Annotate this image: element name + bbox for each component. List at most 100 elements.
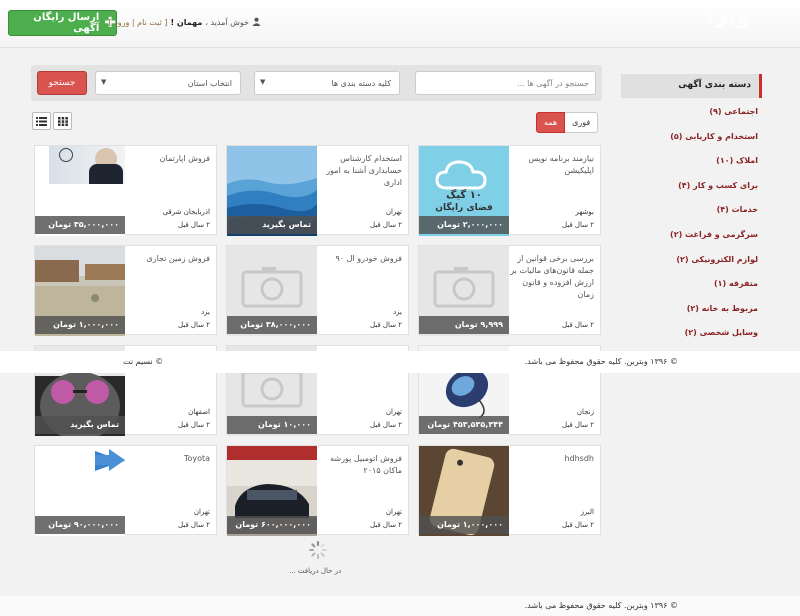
ad-location: اصفهان xyxy=(188,408,210,416)
site-logo[interactable]: وبرد xyxy=(703,4,750,29)
ad-title[interactable]: فروش اپارتمان xyxy=(126,153,210,165)
ad-title[interactable]: نیازمند برنامه نویس اپلیکیشن xyxy=(510,153,594,177)
banner-line2: فضای رایگان xyxy=(435,203,493,213)
ad-location: اذربایجان شرقی xyxy=(162,208,210,216)
banner-line1: ۱۰ گیگ xyxy=(446,190,482,201)
loading-text: در حال دریافت ... xyxy=(289,567,342,575)
ad-time: ۲ سال قبل xyxy=(369,321,402,329)
sticky-footer-band: © ۱۳۹۶ وبتربن. کلیه حقوق محفوظ می باشد. … xyxy=(0,351,800,373)
designer-credit[interactable]: © نسیم نت xyxy=(123,357,163,366)
user-icon xyxy=(252,17,261,28)
sidebar-item-services[interactable]: خدمات (۴) xyxy=(621,196,762,221)
province-select[interactable]: انتخاب استان ▼ xyxy=(95,71,241,95)
ad-price: ۲,۰۰۰,۰۰۰ تومان xyxy=(419,216,509,234)
caret-down-icon: ▼ xyxy=(101,78,107,86)
caret-down-icon: ▼ xyxy=(260,78,266,86)
ad-location: زنجان xyxy=(576,408,594,416)
sidebar-item-business[interactable]: برای کسب و کار (۴) xyxy=(621,172,762,197)
search-button[interactable]: جستجو xyxy=(37,71,87,95)
province-select-value: انتخاب استان xyxy=(187,78,232,88)
sidebar-item-misc[interactable]: متفرقه (۱) xyxy=(621,270,762,295)
ad-price: ۹,۹۹۹ تومان xyxy=(419,316,509,334)
ad-time: ۲ سال قبل xyxy=(177,321,210,329)
sidebar-item-electronics[interactable]: لوازم الکترونیکی (۲) xyxy=(621,246,762,271)
ad-time: ۲ سال قبل xyxy=(561,221,594,229)
top-navbar: ✚ ارسال رایگان آگهی خوش آمدید ، مهمان ! … xyxy=(0,0,800,48)
copyright-text: © ۱۳۹۶ وبتربن. کلیه حقوق محفوظ می باشد. xyxy=(524,357,678,366)
ad-location: یزد xyxy=(393,308,402,316)
sidebar-item-home[interactable]: مربوط به خانه (۲) xyxy=(621,295,762,320)
ad-price: ۹۰,۰۰۰,۰۰۰ تومان xyxy=(35,516,125,534)
category-select-value: کلیه دسته بندی ها xyxy=(331,78,391,88)
ad-card[interactable]: ۳۵,۰۰۰,۰۰۰ تومان فروش اپارتمان اذربایجان… xyxy=(34,145,217,236)
ad-time: ۲ سال قبل xyxy=(561,421,594,429)
welcome-area: خوش آمدید ، مهمان ! [ ثبت نام | ورود ] xyxy=(109,17,261,28)
ad-card[interactable]: تماس بگیرید استخدام کارشناس حسابداری آشن… xyxy=(226,145,409,236)
register-login-link[interactable]: [ ثبت نام | ورود ] xyxy=(109,18,168,27)
ad-card[interactable]: ۱,۰۰۰,۰۰۰ تومان فروش زمین تجاری یزد ۲ سا… xyxy=(34,245,217,336)
sidebar-item-jobs[interactable]: استخدام و کاریابی (۵) xyxy=(621,123,762,148)
arrow-right-icon xyxy=(95,449,125,471)
ad-price: تماس بگیرید xyxy=(35,416,125,434)
ad-price: ۱۰,۰۰۰ تومان xyxy=(227,416,317,434)
grid-view-button[interactable] xyxy=(53,112,72,130)
ad-time: ۲ سال قبل xyxy=(177,521,210,529)
ad-time: ۲ سال قبل xyxy=(369,221,402,229)
search-panel: جستجو انتخاب استان ▼ کلیه دسته بندی ها ▼ xyxy=(31,65,602,101)
ad-location: تهران xyxy=(385,208,402,216)
ad-title[interactable]: فروش زمین تجاری xyxy=(126,253,210,265)
filter-all-button[interactable]: همه xyxy=(536,112,566,133)
page-footer: © ۱۳۹۶ وبتربن. کلیه حقوق محفوظ می باشد. xyxy=(0,596,800,616)
ad-location: تهران xyxy=(385,508,402,516)
ad-title[interactable]: استخدام کارشناس حسابداری آشنا به امور اد… xyxy=(318,153,402,189)
ad-card[interactable]: ۹۰,۰۰۰,۰۰۰ تومان Toyota تهران ۲ سال قبل xyxy=(34,445,217,536)
ad-location: تهران xyxy=(193,508,210,516)
search-input[interactable] xyxy=(415,71,596,95)
sidebar-item-personal[interactable]: وسایل شخصی (۲) xyxy=(621,319,762,344)
ad-time: ۲ سال قبل xyxy=(177,421,210,429)
welcome-text: خوش آمدید ، xyxy=(205,18,249,27)
ad-title[interactable]: فروش خودرو ال ۹۰ xyxy=(318,253,403,265)
ad-title[interactable]: فروش اتومبیل پورشه ماکان ۲۰۱۵ xyxy=(318,453,402,477)
ad-location: یزد xyxy=(201,308,210,316)
ad-card[interactable]: ۱۰ گیگ فضای رایگان ۲,۰۰۰,۰۰۰ تومان نیازم… xyxy=(418,145,601,236)
guest-name: مهمان ! xyxy=(170,18,203,27)
ad-time: ۲ سال قبل xyxy=(369,421,402,429)
ad-title[interactable]: hdhsdh xyxy=(510,453,594,465)
ad-price: ۱,۰۰۰,۰۰۰ تومان xyxy=(419,516,509,534)
grid-icon xyxy=(57,116,68,126)
ad-time: ۲ سال قبل xyxy=(177,221,210,229)
ad-location: بوشهر xyxy=(575,208,594,216)
ad-title[interactable]: Toyota xyxy=(126,453,210,465)
ad-card[interactable]: ۶۰۰,۰۰۰,۰۰۰ تومان فروش اتومبیل پورشه ماک… xyxy=(226,445,409,536)
ad-card[interactable]: ۱,۰۰۰,۰۰۰ تومان hdhsdh البرز ۲ سال قبل xyxy=(418,445,601,536)
filter-urgent-button[interactable]: فوری xyxy=(565,112,599,133)
ad-time: ۲ سال قبل xyxy=(369,521,402,529)
list-icon xyxy=(36,116,47,126)
ad-time: ۲ سال قبل xyxy=(561,521,594,529)
ad-time: ۲ سال قبل xyxy=(561,321,594,329)
ad-card[interactable]: ۹,۹۹۹ تومان بررسی برخی قوانین از جمله قا… xyxy=(418,245,601,336)
ad-location: البرز xyxy=(580,508,594,516)
ad-price: ۶۰۰,۰۰۰,۰۰۰ تومان xyxy=(227,516,317,534)
ad-location: تهران xyxy=(385,408,402,416)
list-view-button[interactable] xyxy=(32,112,51,130)
category-select[interactable]: کلیه دسته بندی ها ▼ xyxy=(254,71,400,95)
ad-filter-group: همه فوری xyxy=(536,112,599,133)
sidebar-heading: دسته بندی آگهی xyxy=(621,74,762,98)
sidebar-item-real-estate[interactable]: املاک (۱۰) xyxy=(621,147,762,172)
footer-copyright: © ۱۳۹۶ وبتربن. کلیه حقوق محفوظ می باشد. xyxy=(524,601,678,610)
ad-price: تماس بگیرید xyxy=(227,216,317,234)
ad-card[interactable]: ۳۸,۰۰۰,۰۰۰ تومان فروش خودرو ال ۹۰ یزد ۲ … xyxy=(226,245,409,336)
post-free-ad-label: ارسال رایگان آگهی xyxy=(33,12,100,34)
sidebar-item-leisure[interactable]: سرگرمی و فراغت (۲) xyxy=(621,221,762,246)
ad-price: ۳۸,۰۰۰,۰۰۰ تومان xyxy=(227,316,317,334)
ad-price: ۳۵,۰۰۰,۰۰۰ تومان xyxy=(35,216,125,234)
category-sidebar: دسته بندی آگهی اجتماعی (۹) استخدام و کار… xyxy=(621,74,762,344)
post-free-ad-button[interactable]: ✚ ارسال رایگان آگهی xyxy=(8,10,117,36)
ad-price: ۱,۰۰۰,۰۰۰ تومان xyxy=(35,316,125,334)
spinner-icon xyxy=(309,541,327,559)
sidebar-item-social[interactable]: اجتماعی (۹) xyxy=(621,98,762,123)
ad-price: ۴۵۳,۵۳۵,۳۴۴ تومان xyxy=(419,416,509,434)
ad-title[interactable]: بررسی برخی قوانین از جمله قانون‌های مالی… xyxy=(510,253,594,313)
